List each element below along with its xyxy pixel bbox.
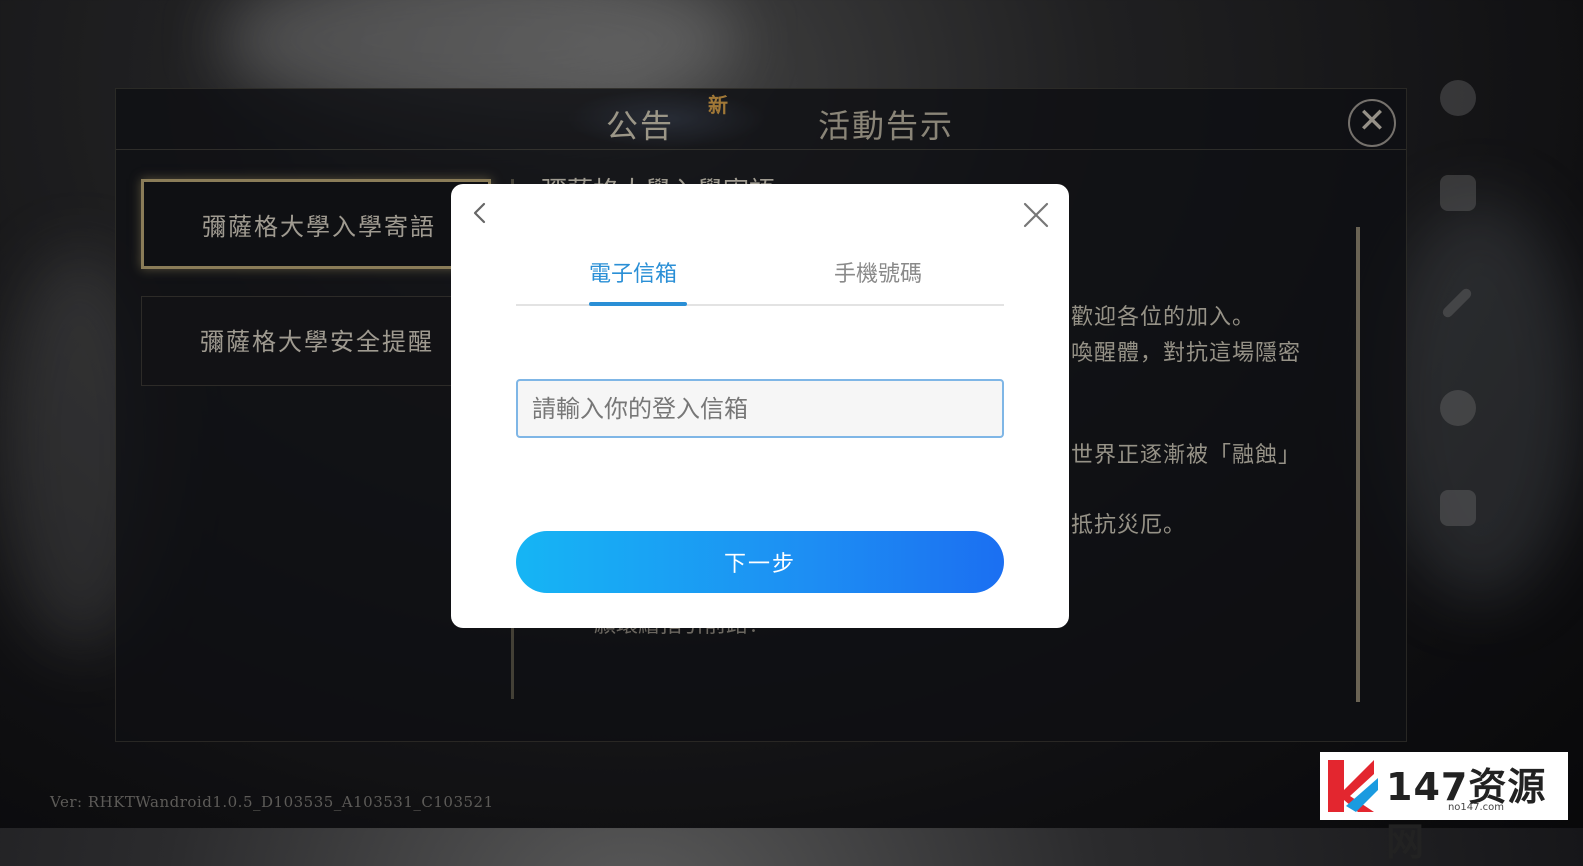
active-tab-indicator bbox=[589, 302, 687, 306]
next-button[interactable]: 下一步 bbox=[516, 531, 1004, 593]
login-method-tabs: 電子信箱 手機號碼 bbox=[516, 244, 1004, 306]
tab-phone[interactable]: 手機號碼 bbox=[834, 256, 922, 288]
tab-email[interactable]: 電子信箱 bbox=[589, 256, 677, 288]
modal-close-button[interactable] bbox=[1021, 200, 1051, 230]
email-input[interactable] bbox=[516, 379, 1004, 438]
chevron-left-icon bbox=[473, 202, 486, 224]
brand-domain: no147.com bbox=[1447, 802, 1505, 813]
back-button[interactable] bbox=[465, 198, 495, 228]
login-modal: 電子信箱 手機號碼 下一步 bbox=[451, 184, 1069, 628]
brand-logo-icon bbox=[1328, 760, 1378, 812]
watermark: 147资源网 no147.com bbox=[1320, 752, 1568, 864]
close-icon bbox=[1023, 202, 1049, 228]
